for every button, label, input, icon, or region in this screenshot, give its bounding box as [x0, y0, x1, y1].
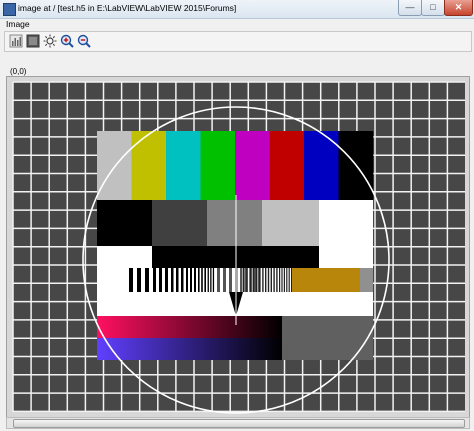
color-bar [166, 131, 201, 200]
stripe [159, 268, 162, 292]
band-right [360, 268, 373, 292]
stripe [210, 268, 212, 292]
app-icon [3, 3, 16, 16]
stripe [270, 268, 272, 292]
color-bar [235, 131, 270, 200]
menu-image[interactable]: Image [6, 19, 30, 29]
stripe [252, 268, 255, 292]
color-bar [269, 131, 305, 200]
stripe [265, 268, 267, 292]
stripe [212, 268, 215, 292]
gray-step [235, 200, 262, 246]
color-bar [200, 131, 236, 200]
gray-step [207, 200, 235, 246]
stripe [240, 268, 243, 292]
test-pattern-image [12, 81, 465, 414]
color-bar [97, 131, 132, 200]
color-bar [131, 131, 167, 200]
stripe [273, 268, 275, 292]
stripe [204, 268, 206, 292]
gray-step [262, 200, 319, 246]
stripe [186, 268, 188, 292]
horizontal-scrollbar[interactable] [6, 417, 470, 429]
minimize-button[interactable]: — [398, 0, 422, 16]
stripe [276, 268, 278, 292]
center-band [97, 246, 373, 316]
stripe [181, 268, 184, 292]
zoom-in-icon[interactable] [60, 34, 74, 48]
zoom-out-icon[interactable] [77, 34, 91, 48]
stripe [288, 268, 290, 292]
stripe [286, 268, 288, 292]
stripe [249, 268, 251, 292]
red-gradient [97, 316, 282, 338]
coordinate-readout: (0,0) [10, 67, 27, 76]
stripe [223, 268, 226, 292]
blue-gradient [97, 338, 282, 360]
gray-step [152, 200, 207, 246]
stripe [198, 268, 200, 292]
scrollbar-thumb[interactable] [13, 419, 465, 428]
color-band [292, 268, 360, 292]
stripe [255, 268, 258, 292]
maximize-button[interactable]: □ [421, 0, 445, 16]
stripe [254, 268, 256, 292]
palette-icon[interactable] [26, 34, 40, 48]
stripe [137, 268, 141, 292]
stripe [262, 268, 264, 292]
stripe [283, 268, 285, 292]
stripe [145, 268, 149, 292]
stripe [194, 268, 196, 292]
image-display[interactable] [6, 76, 470, 418]
title-bar: image at / [test.h5 in E:\LabVIEW\LabVIE… [0, 0, 474, 19]
gray-step [97, 200, 152, 246]
stripe [207, 268, 209, 292]
window-title: image at / [test.h5 in E:\LabVIEW\LabVIE… [18, 3, 237, 13]
stripe [165, 268, 168, 292]
stripe [281, 268, 283, 292]
stripe [267, 268, 270, 292]
stripe [176, 268, 179, 292]
gray-step [319, 200, 373, 246]
brightness-icon[interactable] [43, 34, 57, 48]
stripe [171, 268, 174, 292]
stripe [217, 268, 220, 292]
toolbar [4, 31, 472, 52]
stripe [190, 268, 192, 292]
stripe [229, 268, 232, 292]
stripe [279, 268, 281, 292]
stripe [246, 268, 248, 292]
close-button[interactable]: ✕ [444, 0, 473, 16]
stripe [153, 268, 156, 292]
stripe [201, 268, 203, 292]
stripe [129, 268, 133, 292]
gray-block [282, 316, 373, 360]
gray-steps [97, 200, 373, 246]
stripe [259, 268, 261, 292]
color-gradients [97, 316, 373, 360]
histogram-icon[interactable] [9, 34, 23, 48]
menu-bar: Image [0, 19, 474, 31]
band-left [97, 268, 129, 292]
stripe [243, 268, 245, 292]
